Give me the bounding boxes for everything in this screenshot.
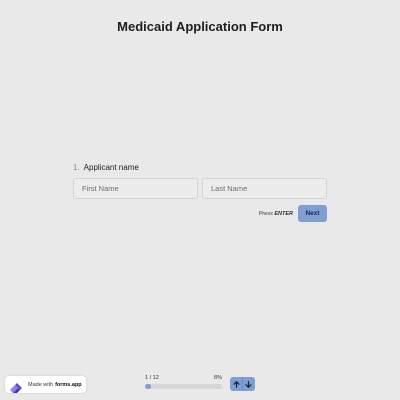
- action-row: Press ENTER Next: [73, 205, 327, 222]
- arrow-up-icon: [232, 380, 240, 388]
- question-applicant-name: 1. Applicant name: [73, 162, 327, 199]
- question-text: Applicant name: [83, 163, 139, 172]
- progress-labels: 1 / 12 8%: [145, 375, 222, 382]
- next-question-button[interactable]: [243, 377, 255, 391]
- press-hint-key: ENTER: [274, 210, 293, 217]
- first-name-input[interactable]: [73, 178, 198, 199]
- made-with-forms-app-badge[interactable]: Made with forms.app: [5, 376, 86, 393]
- question-number: 1.: [73, 163, 80, 172]
- forms-app-logo-icon: [9, 380, 23, 393]
- badge-made-with: Made with: [28, 381, 54, 388]
- name-inputs: [73, 178, 327, 199]
- question-navigation: [230, 377, 255, 391]
- progress-percent: 8%: [214, 375, 222, 381]
- question-label: 1. Applicant name: [73, 162, 327, 174]
- progress-indicator: 1 / 12 8%: [145, 375, 222, 389]
- press-enter-hint: Press ENTER: [259, 211, 293, 217]
- badge-brand: forms.app: [55, 381, 82, 388]
- previous-question-button[interactable]: [230, 377, 242, 391]
- form-page: Medicaid Application Form 1. Applicant na…: [0, 0, 400, 400]
- press-hint-prefix: Press: [258, 210, 273, 217]
- progress-step: 1 / 12: [145, 375, 159, 381]
- form-title: Medicaid Application Form: [117, 19, 283, 34]
- next-button[interactable]: Next: [298, 205, 327, 222]
- badge-text: Made with forms.app: [28, 382, 82, 388]
- progress-track: [145, 384, 222, 389]
- arrow-down-icon: [245, 380, 253, 388]
- progress-fill: [145, 384, 152, 389]
- last-name-input[interactable]: [202, 178, 327, 199]
